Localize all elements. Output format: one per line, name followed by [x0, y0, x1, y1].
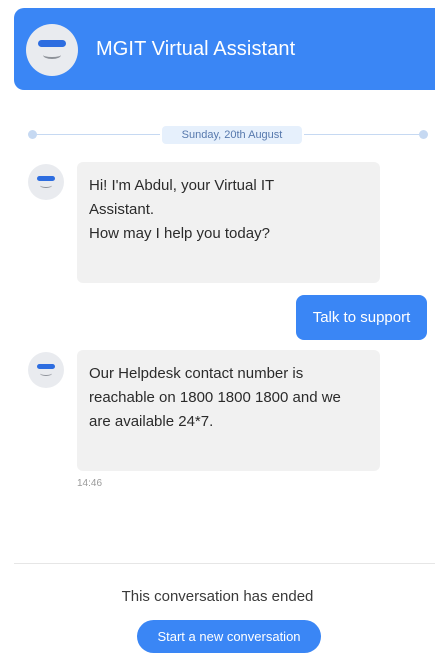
bot-message: Our Helpdesk contact number is reachable… [77, 350, 380, 471]
conversation-ended-text: This conversation has ended [121, 588, 314, 605]
start-new-conversation-button[interactable]: Start a new conversation [137, 620, 321, 653]
message-timestamp: 14:46 [77, 478, 103, 489]
message-line: How may I help you today? [89, 225, 270, 242]
chat-header: MGIT Virtual Assistant [14, 8, 435, 90]
message-line: Our Helpdesk contact number is [89, 365, 304, 382]
bot-avatar-icon [26, 24, 78, 76]
message-line: are available 24*7. [89, 413, 214, 430]
message-text: Talk to support [312, 309, 411, 326]
bot-avatar-icon [28, 352, 64, 388]
user-message: Talk to support [296, 295, 427, 340]
message-line: Hi! I'm Abdul, your Virtual IT [89, 177, 275, 194]
divider-line [304, 134, 422, 135]
chat-widget: MGIT Virtual Assistant Sunday, 20th Augu… [0, 0, 435, 655]
message-line: Assistant. [89, 201, 155, 218]
footer-divider [14, 563, 435, 564]
date-label: Sunday, 20th August [162, 126, 302, 144]
divider-dot [419, 130, 428, 139]
divider-line [32, 134, 160, 135]
bot-message: Hi! I'm Abdul, your Virtual IT Assistant… [77, 162, 380, 283]
message-line: reachable on 1800 1800 1800 and we [89, 389, 341, 406]
bot-avatar-icon [28, 164, 64, 200]
chat-title: MGIT Virtual Assistant [96, 38, 296, 60]
date-divider: Sunday, 20th August [28, 126, 428, 144]
